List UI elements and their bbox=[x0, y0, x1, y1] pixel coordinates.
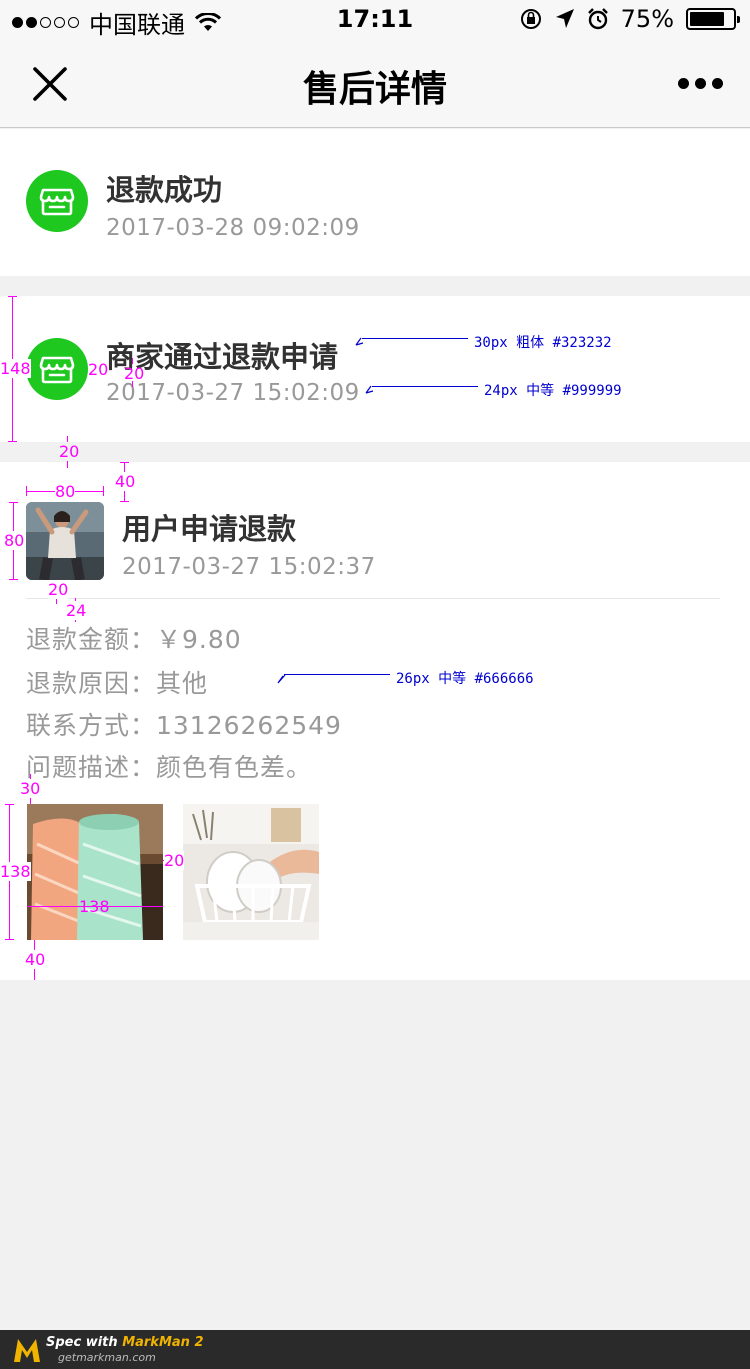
event-card-user-request: 用户申请退款 2017-03-27 15:02:37 退款金额：￥9.80 退款… bbox=[0, 462, 750, 980]
spec-label: 148 bbox=[0, 359, 31, 378]
spec-label: 80 bbox=[4, 531, 25, 550]
contact-info: 联系方式：13126262549 bbox=[26, 711, 342, 740]
alarm-icon bbox=[587, 8, 608, 30]
spec-label: 20 bbox=[124, 364, 145, 383]
markman-footer: Spec with MarkMan 2 getmarkman.com bbox=[0, 1330, 750, 1369]
markman-logo-icon bbox=[14, 1339, 40, 1362]
divider bbox=[26, 598, 720, 599]
refund-amount: 退款金额：￥9.80 bbox=[26, 625, 242, 654]
footer-url: getmarkman.com bbox=[58, 1351, 156, 1364]
evidence-photo[interactable] bbox=[27, 804, 163, 940]
spec-label: 40 bbox=[115, 472, 136, 491]
status-bar: 中国联通 17:11 75% bbox=[0, 0, 750, 40]
nav-bar: 售后详情 bbox=[0, 40, 750, 128]
spec-label: 138 bbox=[0, 862, 31, 881]
event-title: 用户申请退款 bbox=[122, 512, 297, 546]
store-icon bbox=[26, 338, 88, 400]
spec-label: 20 bbox=[164, 851, 185, 870]
evidence-photo[interactable] bbox=[183, 804, 319, 940]
status-right: 75% bbox=[519, 5, 740, 33]
event-time: 2017-03-27 15:02:37 bbox=[122, 554, 376, 580]
battery-percent: 75% bbox=[620, 5, 674, 33]
footer-spec-text: Spec with MarkMan 2 bbox=[46, 1335, 204, 1350]
rotation-lock-icon bbox=[520, 9, 541, 29]
spec-label: 30 bbox=[20, 779, 41, 798]
event-time: 2017-03-27 15:02:09 bbox=[106, 380, 360, 406]
problem-description: 问题描述：颜色有色差。 bbox=[26, 753, 313, 782]
event-time: 2017-03-28 09:02:09 bbox=[106, 215, 360, 241]
spec-label: 24 bbox=[66, 601, 87, 620]
more-icon[interactable] bbox=[678, 70, 724, 96]
spec-label: 40 bbox=[25, 950, 46, 969]
event-title: 退款成功 bbox=[106, 173, 223, 207]
spec-label: 20 bbox=[88, 360, 109, 379]
page-title: 售后详情 bbox=[302, 69, 447, 110]
store-icon bbox=[26, 170, 88, 232]
spec-time-font: 24px 中等 #999999 bbox=[484, 383, 622, 399]
event-card-refund-success: 退款成功 2017-03-28 09:02:09 bbox=[0, 129, 750, 276]
avatar bbox=[26, 502, 104, 580]
spec-info-font: 26px 中等 #666666 bbox=[396, 671, 534, 687]
spec-title-font: 30px 粗体 #323232 bbox=[474, 335, 612, 351]
event-card-merchant-approved: 商家通过退款申请 2017-03-27 15:02:09 bbox=[0, 296, 750, 442]
spec-label: 138 bbox=[79, 897, 110, 916]
refund-reason: 退款原因：其他 bbox=[26, 669, 209, 698]
location-icon bbox=[555, 9, 574, 28]
spec-label: 80 bbox=[55, 482, 76, 501]
battery-icon bbox=[686, 8, 740, 30]
spec-label: 20 bbox=[48, 580, 69, 599]
spec-label: 20 bbox=[59, 442, 80, 461]
